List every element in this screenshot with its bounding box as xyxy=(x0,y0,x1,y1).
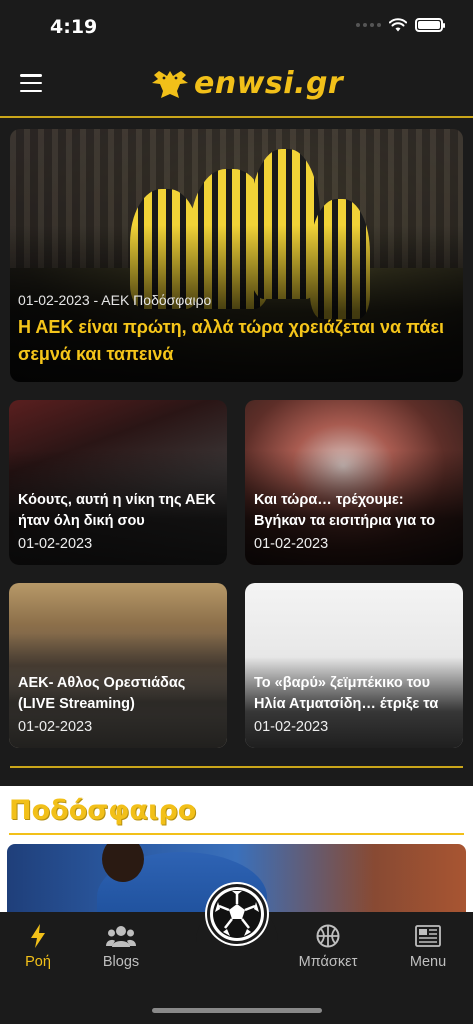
status-bar: 4:19 xyxy=(0,0,473,54)
tab-blogs[interactable]: Blogs xyxy=(76,922,166,970)
basketball-icon xyxy=(316,924,340,948)
article-title[interactable]: ΑΕΚ- Αθλος Ορεστιάδας (LIVE Streaming) xyxy=(18,673,223,715)
tab-menu[interactable]: Menu xyxy=(383,922,473,970)
article-date: 01-02-2023 xyxy=(18,536,93,552)
tab-label: Menu xyxy=(409,954,447,970)
tab-label: Ροή xyxy=(25,954,51,970)
soccer-center-button[interactable] xyxy=(207,884,267,944)
logo-text: enwsi.gr xyxy=(194,66,344,101)
home-indicator xyxy=(152,1008,322,1013)
article-title[interactable]: Το «βαρύ» ζεϊμπέκικο του Ηλία Ατματσίδη…… xyxy=(254,673,459,715)
tab-feed[interactable]: Ροή xyxy=(0,922,83,970)
article-date: 01-02-2023 xyxy=(254,536,329,552)
section-underline xyxy=(9,833,464,835)
tab-label: Μπάσκετ xyxy=(298,954,358,970)
status-time: 4:19 xyxy=(50,16,98,38)
article-title[interactable]: Η ΑΕΚ είναι πρώτη, αλλά τώρα χρειάζεται … xyxy=(18,314,458,368)
section-title[interactable]: Ποδόσφαιρο xyxy=(9,795,196,826)
article-card[interactable]: Το «βαρύ» ζεϊμπέκικο του Ηλία Ατματσίδη…… xyxy=(245,583,463,748)
wifi-icon xyxy=(389,18,407,32)
battery-icon xyxy=(415,18,445,32)
featured-article[interactable]: 01-02-2023 - ΑΕΚ Ποδόσφαιρο Η ΑΕΚ είναι … xyxy=(10,129,463,382)
section-divider xyxy=(10,766,463,768)
tab-label: Blogs xyxy=(102,954,140,970)
users-icon xyxy=(106,926,136,947)
newspaper-icon xyxy=(415,925,441,947)
site-logo[interactable]: enwsi.gr xyxy=(150,66,343,101)
bolt-icon xyxy=(31,924,45,948)
cellular-signal-icon xyxy=(356,23,381,27)
article-card[interactable]: ΑΕΚ- Αθλος Ορεστιάδας (LIVE Streaming) 0… xyxy=(9,583,227,748)
tab-basketball[interactable]: Μπάσκετ xyxy=(283,922,373,970)
double-headed-eagle-icon xyxy=(152,70,188,98)
hamburger-menu-button[interactable] xyxy=(20,74,42,92)
article-meta: 01-02-2023 - ΑΕΚ Ποδόσφαιρο xyxy=(18,292,212,308)
article-card[interactable]: Κόουτς, αυτή η νίκη της ΑΕΚ ήταν όλη δικ… xyxy=(9,400,227,565)
status-icons xyxy=(356,18,445,32)
app-header: enwsi.gr xyxy=(0,54,473,118)
article-date: 01-02-2023 xyxy=(18,719,93,735)
article-date: 01-02-2023 xyxy=(254,719,329,735)
article-title[interactable]: Και τώρα… τρέχουμε: Βγήκαν τα εισιτήρια … xyxy=(254,490,459,532)
article-card[interactable]: Και τώρα… τρέχουμε: Βγήκαν τα εισιτήρια … xyxy=(245,400,463,565)
soccer-ball-icon xyxy=(213,890,261,938)
article-title[interactable]: Κόουτς, αυτή η νίκη της ΑΕΚ ήταν όλη δικ… xyxy=(18,490,223,532)
